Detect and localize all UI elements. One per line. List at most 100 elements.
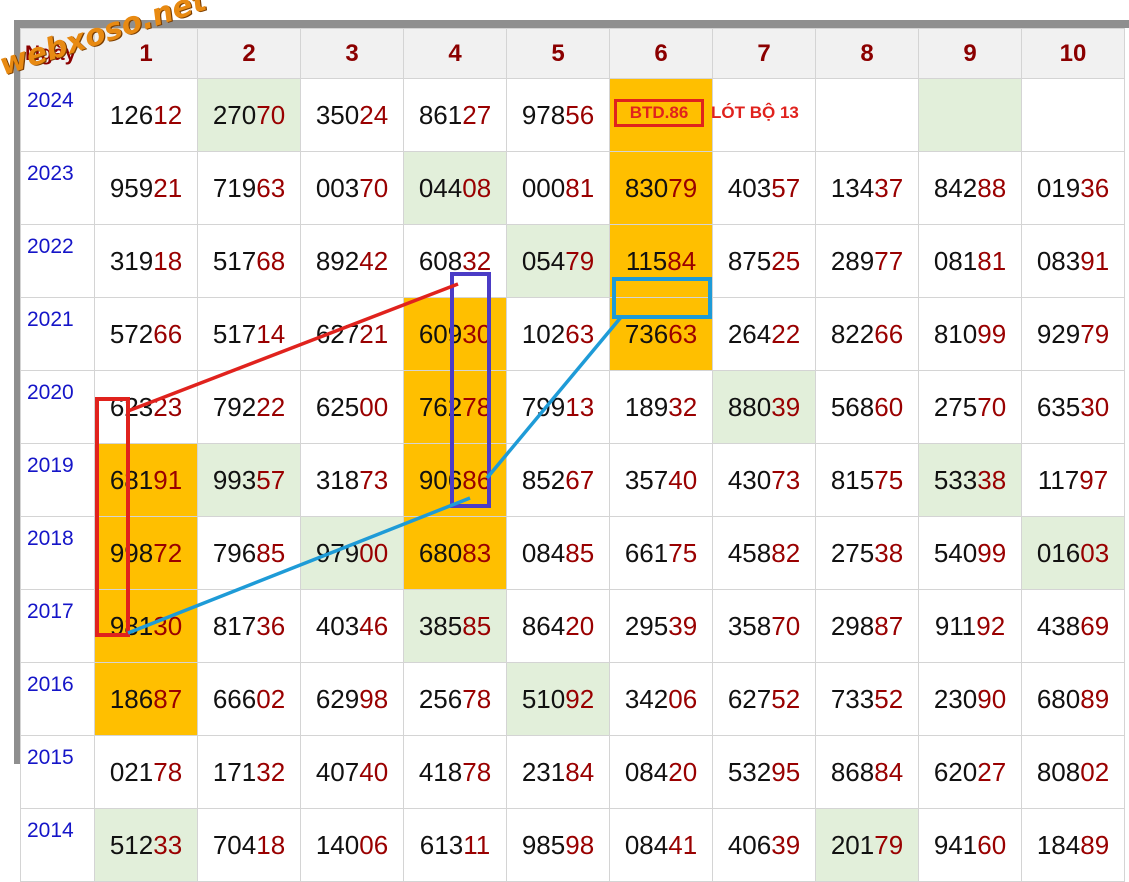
result-cell: 43869 (1021, 589, 1125, 663)
year-label: 2017 (20, 589, 95, 663)
results-table: Ngày 1 2 3 4 5 6 7 8 9 10 2024 12612 27070 35024 8612… (20, 28, 1125, 882)
result-cell: 68191 (94, 443, 198, 517)
result-head-digits: 350 (315, 99, 360, 130)
header-col-8: 8 (815, 28, 919, 79)
result-cell: 27538 (815, 516, 919, 590)
result-cell: 40740 (300, 735, 404, 809)
result-cell: 66602 (197, 662, 301, 736)
result-head-digits: 186 (109, 683, 154, 714)
result-cell: 63530 (1021, 370, 1125, 444)
result-head-digits: 298 (830, 610, 875, 641)
result-head-digits: 666 (212, 683, 257, 714)
result-cell: 95921 (94, 151, 198, 225)
result-head-digits: 319 (109, 245, 154, 276)
result-cell: 85267 (506, 443, 610, 517)
year-label: 2020 (20, 370, 95, 444)
result-tail-digits: 40 (359, 756, 389, 787)
result-cell: 23090 (918, 662, 1022, 736)
result-tail-digits: 78 (462, 391, 492, 422)
result-tail-digits: 77 (874, 245, 904, 276)
result-head-digits: 418 (418, 756, 463, 787)
result-cell: 29539 (609, 589, 713, 663)
result-tail-digits: 81 (565, 172, 595, 203)
result-head-digits: 864 (521, 610, 566, 641)
result-head-digits: 275 (933, 391, 978, 422)
result-head-digits: 102 (521, 318, 566, 349)
result-tail-digits: 83 (462, 537, 492, 568)
result-head-digits: 403 (315, 610, 360, 641)
result-cell: 62752 (712, 662, 816, 736)
result-head-digits: 021 (109, 756, 154, 787)
result-tail-digits: 32 (668, 391, 698, 422)
year-label: 2014 (20, 808, 95, 882)
result-tail-digits: 70 (771, 610, 801, 641)
result-head-digits: 880 (727, 391, 772, 422)
result-tail-digits: 98 (359, 683, 389, 714)
result-head-digits: 959 (109, 172, 154, 203)
result-tail-digits: 99 (977, 318, 1007, 349)
result-tail-digits: 69 (1080, 610, 1110, 641)
result-tail-digits: 39 (668, 610, 698, 641)
result-head-digits: 134 (830, 172, 875, 203)
result-tail-digits: 39 (771, 829, 801, 860)
result-head-digits: 608 (418, 245, 463, 276)
result-head-digits: 084 (521, 537, 566, 568)
result-head-digits: 126 (109, 99, 154, 130)
year-label: 2022 (20, 224, 95, 298)
result-tail-digits: 57 (256, 464, 286, 495)
result-cell: 81736 (197, 589, 301, 663)
result-tail-digits: 25 (771, 245, 801, 276)
result-head-digits: 815 (830, 464, 875, 495)
result-cell: 97900 (300, 516, 404, 590)
result-tail-digits: 24 (359, 99, 389, 130)
result-cell: 38585 (403, 589, 507, 663)
result-cell: 86420 (506, 589, 610, 663)
result-cell: 40346 (300, 589, 404, 663)
year-row: 2024 12612 27070 35024 86127 97856 (20, 78, 1125, 152)
result-tail-digits: 18 (256, 829, 286, 860)
result-cell: 08181 (918, 224, 1022, 298)
result-tail-digits: 78 (462, 683, 492, 714)
result-tail-digits: 97 (1079, 464, 1109, 495)
result-head-digits: 295 (624, 610, 669, 641)
year-label: 2023 (20, 151, 95, 225)
result-tail-digits: 13 (565, 391, 595, 422)
header-row: Ngày 1 2 3 4 5 6 7 8 9 10 (20, 28, 1125, 79)
result-head-digits: 342 (624, 683, 669, 714)
result-head-digits: 184 (1036, 829, 1081, 860)
result-cell: 18687 (94, 662, 198, 736)
result-tail-digits: 60 (977, 829, 1007, 860)
result-cell: 17132 (197, 735, 301, 809)
year-row: 2022 31918 51768 89242 60832 05479 11584 87525 2… (20, 224, 1125, 298)
result-tail-digits: 03 (1080, 537, 1110, 568)
result-cell: 27070 (197, 78, 301, 152)
result-cell: 18932 (609, 370, 713, 444)
result-tail-digits: 78 (462, 756, 492, 787)
result-tail-digits: 84 (565, 756, 595, 787)
result-tail-digits: 92 (976, 610, 1006, 641)
result-head-digits: 796 (212, 537, 257, 568)
result-cell: 01936 (1021, 151, 1125, 225)
result-head-digits: 911 (934, 610, 977, 641)
year-label: 2021 (20, 297, 95, 371)
result-tail-digits: 38 (977, 464, 1007, 495)
result-head-digits: 540 (933, 537, 978, 568)
header-col-2: 2 (197, 28, 301, 79)
result-cell: 60832 (403, 224, 507, 298)
result-cell: 99872 (94, 516, 198, 590)
result-head-digits: 799 (521, 391, 566, 422)
result-cell: 62500 (300, 370, 404, 444)
result-tail-digits: 40 (668, 464, 698, 495)
result-tail-digits: 30 (462, 318, 492, 349)
result-head-digits: 978 (521, 99, 566, 130)
result-tail-digits: 32 (462, 245, 492, 276)
result-cell: 82266 (815, 297, 919, 371)
result-cell: 25678 (403, 662, 507, 736)
result-cell: 05479 (506, 224, 610, 298)
year-label: 2015 (20, 735, 95, 809)
header-col-6: 6 (609, 28, 713, 79)
year-row: 2020 62323 79222 62500 76278 79913 18932 88039 5… (20, 370, 1125, 444)
result-cell: 43073 (712, 443, 816, 517)
result-cell: 86884 (815, 735, 919, 809)
year-row: 2016 18687 66602 62998 25678 51092 34206 62752 7… (20, 662, 1125, 736)
